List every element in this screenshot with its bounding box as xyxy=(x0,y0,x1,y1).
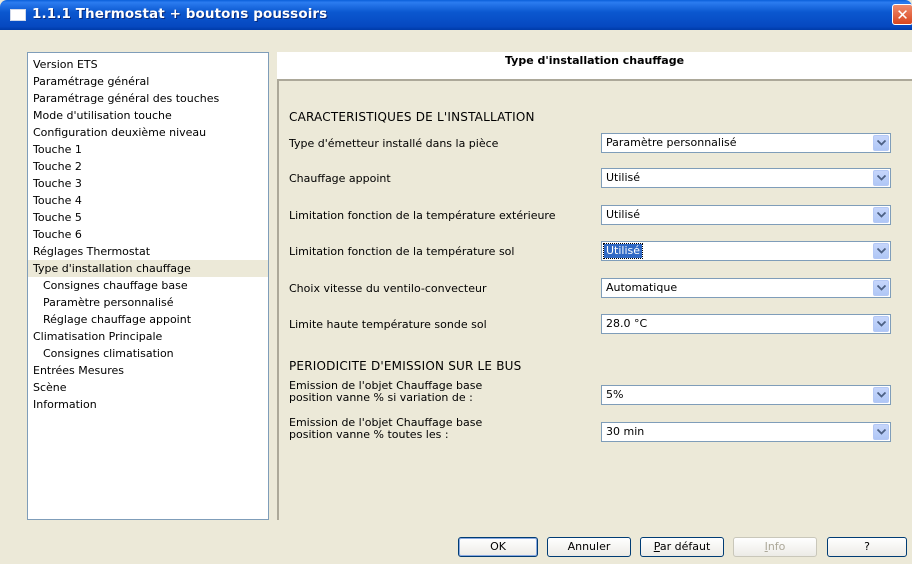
parameter-label: Limitation fonction de la température ex… xyxy=(289,209,556,222)
ok-button[interactable]: OK xyxy=(458,537,538,557)
chevron-down-icon[interactable] xyxy=(873,387,889,403)
parameter-dropdown[interactable]: Utilisé xyxy=(601,168,891,188)
tree-item[interactable]: Mode d'utilisation touche xyxy=(28,107,268,124)
tree-item[interactable]: Consignes climatisation xyxy=(28,345,268,362)
cancel-button[interactable]: Annuler xyxy=(547,537,631,557)
parameter-panel: Type d'installation chauffage CARACTERIS… xyxy=(277,52,912,520)
help-button[interactable]: ? xyxy=(827,537,907,557)
tree-item[interactable]: Paramètre personnalisé xyxy=(28,294,268,311)
tree-item[interactable]: Type d'installation chauffage xyxy=(28,260,268,277)
close-button[interactable]: ✕ xyxy=(892,4,912,25)
panel-body: CARACTERISTIQUES DE L'INSTALLATION PERIO… xyxy=(277,79,912,520)
chevron-down-icon[interactable] xyxy=(873,207,889,223)
window-icon xyxy=(10,9,26,21)
parameter-label: position vanne % si variation de : xyxy=(289,391,473,404)
dropdown-value: 5% xyxy=(606,388,624,401)
parameter-dropdown[interactable]: 28.0 °C xyxy=(601,314,891,334)
dropdown-value: Utilisé xyxy=(606,208,641,221)
tree-item[interactable]: Version ETS xyxy=(28,56,268,73)
chevron-down-icon[interactable] xyxy=(873,424,889,440)
tree-item[interactable]: Touche 6 xyxy=(28,226,268,243)
parameter-dropdown[interactable]: 5% xyxy=(601,385,891,405)
tree-item[interactable]: Entrées Mesures xyxy=(28,362,268,379)
parameter-dropdown[interactable]: Utilisé xyxy=(601,205,891,225)
tree-item[interactable]: Configuration deuxième niveau xyxy=(28,124,268,141)
default-button-label: ar défaut xyxy=(659,540,711,553)
tree-item[interactable]: Information xyxy=(28,396,268,413)
parameter-dropdown[interactable]: Automatique xyxy=(601,278,891,298)
parameter-label: Type d'émetteur installé dans la pièce xyxy=(289,137,499,150)
chevron-down-icon[interactable] xyxy=(873,243,889,259)
parameter-dropdown[interactable]: Paramètre personnalisé xyxy=(601,133,891,153)
dropdown-value: Paramètre personnalisé xyxy=(606,136,737,149)
tree-item[interactable]: Touche 5 xyxy=(28,209,268,226)
parameter-label: Chauffage appoint xyxy=(289,172,391,185)
tree-item[interactable]: Touche 2 xyxy=(28,158,268,175)
dropdown-value: Utilisé xyxy=(602,243,644,259)
dropdown-value: 28.0 °C xyxy=(606,317,648,330)
parameter-label: Choix vitesse du ventilo-convecteur xyxy=(289,282,487,295)
window-title: 1.1.1 Thermostat + boutons poussoirs xyxy=(32,6,328,22)
info-button: Info xyxy=(733,537,817,557)
chevron-down-icon[interactable] xyxy=(873,135,889,151)
tree-item[interactable]: Touche 3 xyxy=(28,175,268,192)
tree-item[interactable]: Paramétrage général des touches xyxy=(28,90,268,107)
tree-item[interactable]: Paramétrage général xyxy=(28,73,268,90)
tree-item[interactable]: Réglage chauffage appoint xyxy=(28,311,268,328)
chevron-down-icon[interactable] xyxy=(873,170,889,186)
parameter-label: Limitation fonction de la température so… xyxy=(289,245,515,258)
tree-item[interactable]: Touche 4 xyxy=(28,192,268,209)
parameter-label: position vanne % toutes les : xyxy=(289,428,449,441)
parameter-tree[interactable]: Version ETS Paramétrage général Paramétrag… xyxy=(27,52,269,520)
title-bar[interactable]: 1.1.1 Thermostat + boutons poussoirs ✕ xyxy=(0,0,912,30)
section-title-installation: CARACTERISTIQUES DE L'INSTALLATION xyxy=(289,110,535,124)
tree-item[interactable]: Touche 1 xyxy=(28,141,268,158)
default-button[interactable]: Par défaut xyxy=(640,537,724,557)
parameter-dropdown[interactable]: Utilisé xyxy=(601,241,891,261)
info-button-label: nfo xyxy=(767,540,786,553)
section-title-emission: PERIODICITE D'EMISSION SUR LE BUS xyxy=(289,359,522,373)
tree-item[interactable]: Climatisation Principale xyxy=(28,328,268,345)
chevron-down-icon[interactable] xyxy=(873,280,889,296)
parameter-label: Limite haute température sonde sol xyxy=(289,318,487,331)
dropdown-value: 30 min xyxy=(606,425,645,438)
tree-item[interactable]: Consignes chauffage base xyxy=(28,277,268,294)
parameter-dropdown[interactable]: 30 min xyxy=(601,422,891,442)
panel-title: Type d'installation chauffage xyxy=(277,52,912,72)
tree-item[interactable]: Scène xyxy=(28,379,268,396)
dropdown-value: Automatique xyxy=(606,281,678,294)
tree-item[interactable]: Réglages Thermostat xyxy=(28,243,268,260)
chevron-down-icon[interactable] xyxy=(873,316,889,332)
dropdown-value: Utilisé xyxy=(606,171,641,184)
